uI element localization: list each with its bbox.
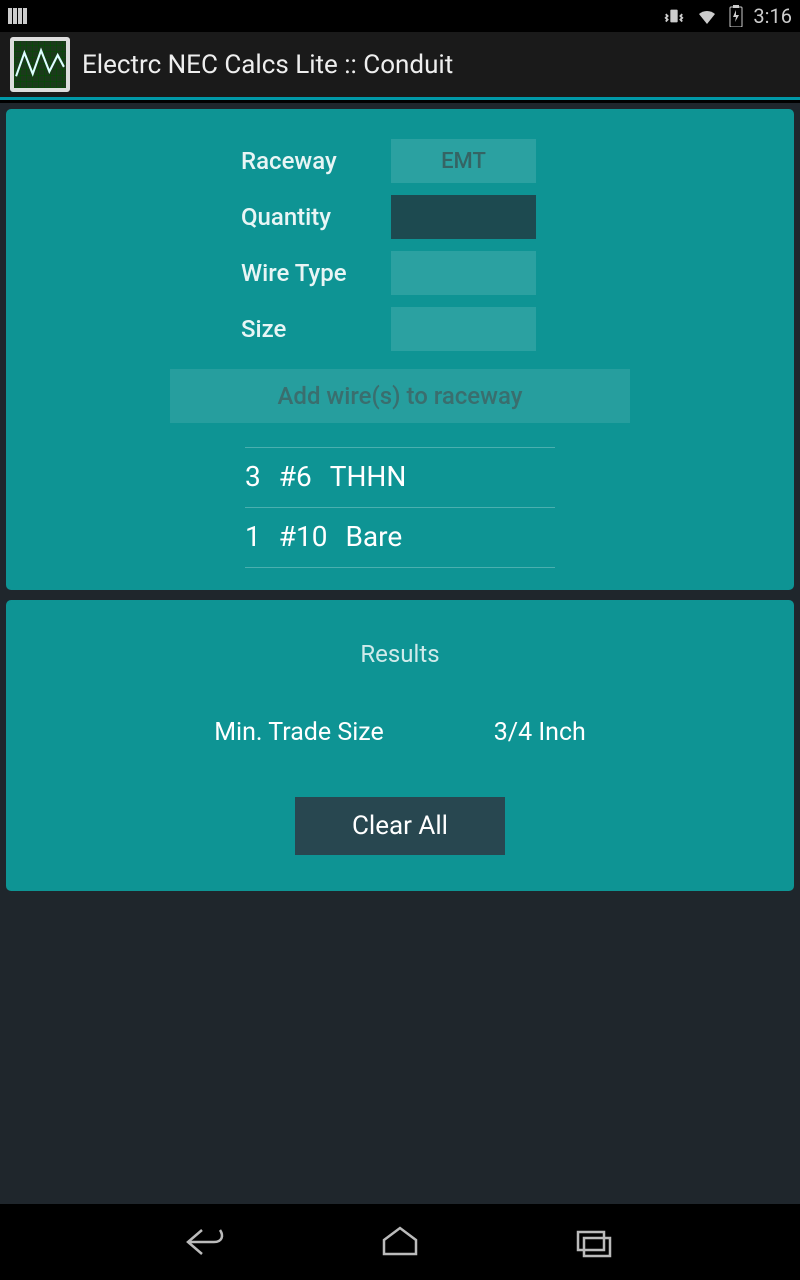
raceway-select[interactable]: EMT bbox=[391, 139, 536, 183]
wire-size: #10 bbox=[279, 520, 328, 553]
size-label: Size bbox=[241, 315, 391, 343]
wire-type: Bare bbox=[345, 520, 402, 553]
battery-charging-icon bbox=[729, 5, 743, 27]
wiretype-select[interactable] bbox=[391, 251, 536, 295]
app-bar: Electrc NEC Calcs Lite :: Conduit bbox=[0, 32, 800, 100]
status-bar: 3:16 bbox=[0, 0, 800, 32]
wire-type: THHN bbox=[330, 460, 407, 493]
raceway-label: Raceway bbox=[241, 147, 391, 175]
wire-qty: 1 bbox=[245, 520, 261, 553]
wire-list-item[interactable]: 1 #10 Bare bbox=[245, 508, 555, 568]
navigation-bar bbox=[0, 1204, 800, 1280]
back-button[interactable] bbox=[184, 1224, 228, 1260]
recent-apps-button[interactable] bbox=[572, 1224, 616, 1260]
wire-size: #6 bbox=[279, 460, 312, 493]
result-label: Min. Trade Size bbox=[214, 718, 384, 747]
quantity-label: Quantity bbox=[241, 203, 391, 231]
wire-qty: 3 bbox=[245, 460, 261, 493]
clear-all-button[interactable]: Clear All bbox=[295, 797, 505, 855]
results-title: Results bbox=[26, 640, 774, 668]
app-title: Electrc NEC Calcs Lite :: Conduit bbox=[82, 50, 453, 80]
result-value: 3/4 Inch bbox=[494, 718, 586, 747]
add-wire-button[interactable]: Add wire(s) to raceway bbox=[170, 369, 630, 423]
vibrate-icon bbox=[663, 5, 685, 27]
status-time: 3:16 bbox=[753, 4, 792, 28]
notification-icon bbox=[8, 8, 27, 24]
results-panel: Results Min. Trade Size 3/4 Inch Clear A… bbox=[6, 600, 794, 891]
wifi-icon bbox=[695, 6, 719, 26]
wire-list-item[interactable]: 3 #6 THHN bbox=[245, 447, 555, 508]
input-panel: Raceway EMT Quantity Wire Type Size Add … bbox=[6, 109, 794, 590]
quantity-input[interactable] bbox=[391, 195, 536, 239]
app-icon bbox=[10, 37, 70, 92]
home-button[interactable] bbox=[378, 1224, 422, 1260]
wiretype-label: Wire Type bbox=[241, 259, 391, 287]
wire-list: 3 #6 THHN 1 #10 Bare bbox=[245, 447, 555, 568]
size-select[interactable] bbox=[391, 307, 536, 351]
